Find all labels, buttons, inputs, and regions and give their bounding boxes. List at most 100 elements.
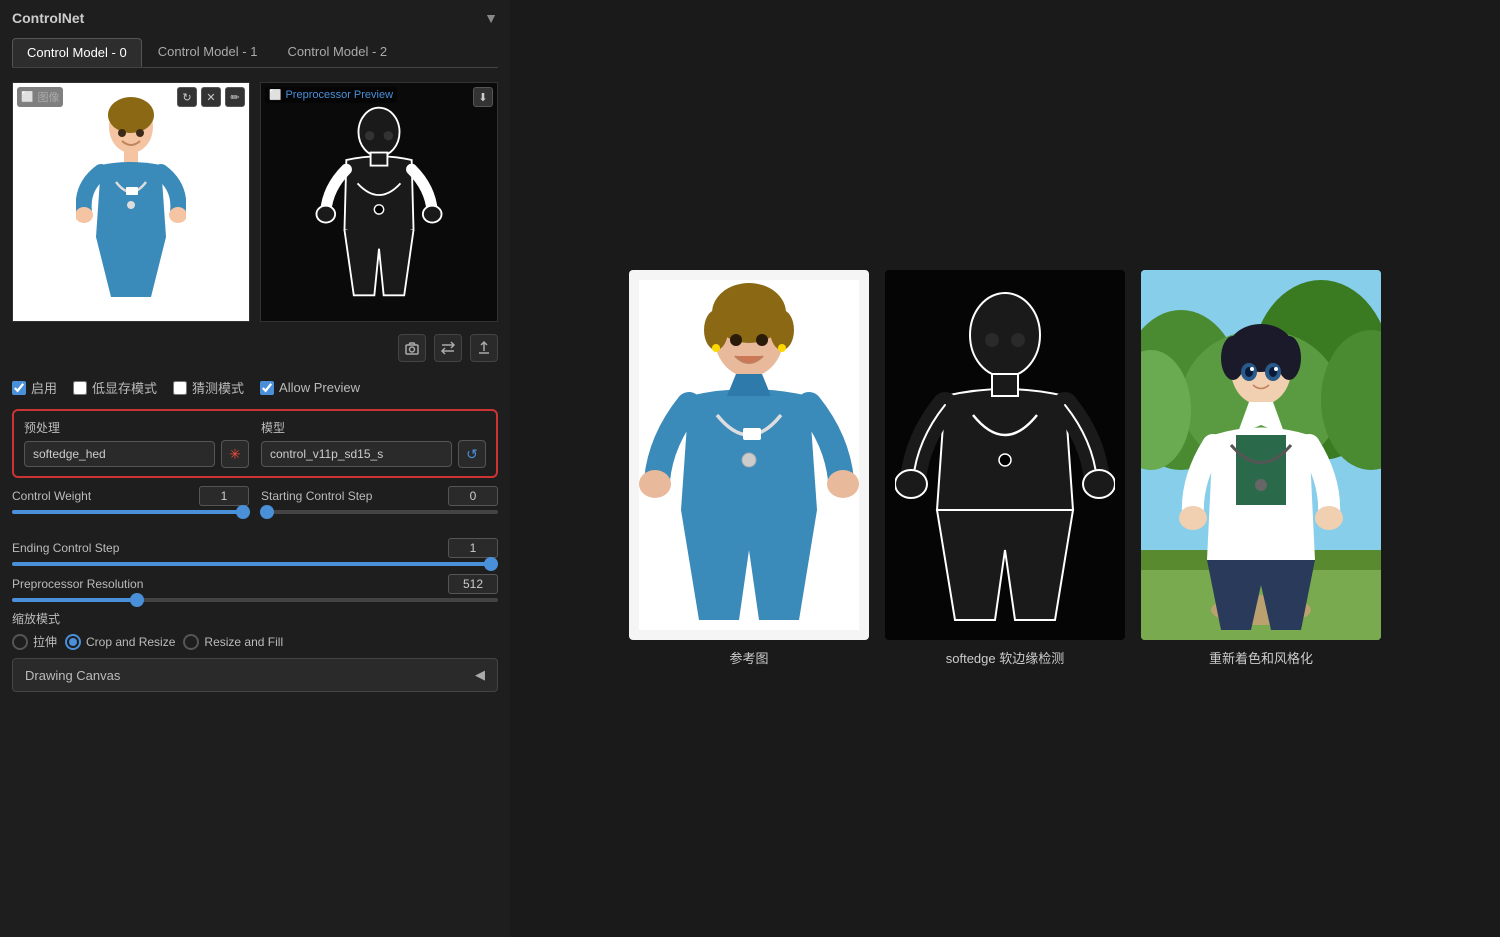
model-select-row: control_v11p_sd15_s ↺ [261,440,486,468]
scale-mode-section: 缩放模式 拉伸 Crop and Resize Resize and Fill [12,610,498,650]
upload-btn[interactable] [470,334,498,362]
enable-checkbox[interactable] [12,381,26,395]
preprocessor-select-row: softedge_hed ✳ [24,440,249,468]
anime-result-image [1141,270,1381,640]
panel-collapse-icon[interactable]: ▼ [484,10,498,26]
image-area: ⬜ 图像 ↻ ✕ ✏ [12,82,498,322]
allow-preview-checkbox-item[interactable]: Allow Preview [260,380,360,395]
predict-checkbox-item[interactable]: 猜测模式 [173,378,244,397]
radio-stretch[interactable]: 拉伸 [12,633,57,650]
radio-stretch-label: 拉伸 [33,633,57,650]
ref-image-display [629,270,869,640]
model-label: 模型 [261,419,486,436]
control-weight-header: Control Weight 1 [12,486,249,506]
predict-label: 猜测模式 [192,378,244,397]
anime-caption: 重新着色和风格化 [1209,648,1313,667]
radio-resize-fill-btn[interactable] [183,634,199,650]
edge-result-image [885,270,1125,640]
preprocessor-preview-box[interactable]: ⬜ Preprocessor Preview ⬇ [260,82,498,322]
model-refresh-btn[interactable]: ↺ [458,440,486,468]
edge-svg [309,92,449,312]
ending-step-value[interactable]: 1 [448,538,498,558]
enable-checkbox-item[interactable]: 启用 [12,378,57,397]
checkbox-row: 启用 低显存模式 猜测模式 Allow Preview [12,374,498,401]
drawing-canvas-icon: ◀ [475,667,485,683]
input-image-label: ⬜ 图像 [17,87,63,107]
ending-step-header: Ending Control Step 1 [12,538,498,558]
edge-caption: softedge 软边缘检测 [946,648,1065,667]
radio-resize-fill-label: Resize and Fill [204,635,283,649]
toolbar-row [12,330,498,366]
close-image-btn[interactable]: ✕ [201,87,221,107]
model-col: 模型 control_v11p_sd15_s ↺ [261,419,486,468]
preprocess-res-header: Preprocessor Resolution 512 [12,574,498,594]
preprocessor-preview-label: ⬜ Preprocessor Preview [265,87,397,103]
swap-btn[interactable] [434,334,462,362]
input-image-box[interactable]: ⬜ 图像 ↻ ✕ ✏ [12,82,250,322]
enable-label: 启用 [31,378,57,397]
combined-slider-track [12,510,498,530]
preprocess-res-label: Preprocessor Resolution [12,577,143,591]
low-vram-label: 低显存模式 [92,378,157,397]
refresh-image-btn[interactable]: ↻ [177,87,197,107]
model-select[interactable]: control_v11p_sd15_s [261,441,452,467]
nurse-svg [76,97,186,307]
ending-step-slider-row: Ending Control Step 1 [12,538,498,566]
input-image-controls: ↻ ✕ ✏ [177,87,245,107]
results-container: 参考图 [629,270,1381,667]
panel-title: ControlNet [12,10,84,26]
tab-model-2[interactable]: Control Model - 2 [273,38,401,67]
model-row: 预处理 softedge_hed ✳ 模型 control_v11p_sd15_… [24,419,486,468]
result-item-ref: 参考图 [629,270,869,667]
panel-header: ControlNet ▼ [12,10,498,26]
radio-resize-fill[interactable]: Resize and Fill [183,634,283,650]
starting-step-header: Starting Control Step 0 [261,486,498,506]
low-vram-checkbox-item[interactable]: 低显存模式 [73,378,157,397]
starting-step-slider-row: Starting Control Step 0 [261,486,498,506]
control-weight-value[interactable]: 1 [199,486,249,506]
ref-result-image [629,270,869,640]
ending-step-label: Ending Control Step [12,541,119,555]
right-panel: 参考图 [510,0,1500,937]
low-vram-checkbox[interactable] [73,381,87,395]
model-tabs: Control Model - 0 Control Model - 1 Cont… [12,38,498,68]
starting-step-slider[interactable] [260,510,498,514]
starting-step-label: Starting Control Step [261,489,372,503]
scale-mode-label: 缩放模式 [12,610,498,627]
edge-detection-preview [261,83,497,321]
result-item-edge: softedge 软边缘检测 [885,270,1125,667]
tab-model-1[interactable]: Control Model - 1 [144,38,272,67]
preprocessor-label: 预处理 [24,419,249,436]
scale-mode-options: 拉伸 Crop and Resize Resize and Fill [12,633,498,650]
preprocess-res-slider-row: Preprocessor Resolution 512 [12,574,498,602]
radio-stretch-btn[interactable] [12,634,28,650]
camera-btn[interactable] [398,334,426,362]
preprocess-res-value[interactable]: 512 [448,574,498,594]
left-panel: ControlNet ▼ Control Model - 0 Control M… [0,0,510,937]
preprocessor-preview-controls: ⬇ [473,87,493,107]
preprocess-fire-btn[interactable]: ✳ [221,440,249,468]
allow-preview-checkbox[interactable] [260,381,274,395]
predict-checkbox[interactable] [173,381,187,395]
preprocessor-col: 预处理 softedge_hed ✳ [24,419,249,468]
drawing-canvas-row[interactable]: Drawing Canvas ◀ [12,658,498,692]
edge-image-display [885,270,1125,640]
ending-step-slider[interactable] [12,562,498,566]
slider-section: Control Weight 1 Starting Control Step 0… [12,486,498,602]
nurse-input-image [13,83,249,321]
radio-crop-resize[interactable]: Crop and Resize [65,634,175,650]
starting-step-value[interactable]: 0 [448,486,498,506]
radio-crop-resize-btn[interactable] [65,634,81,650]
edit-image-btn[interactable]: ✏ [225,87,245,107]
radio-crop-resize-label: Crop and Resize [86,635,175,649]
drawing-canvas-label: Drawing Canvas [25,668,120,683]
control-weight-slider[interactable] [12,510,250,514]
ref-caption: 参考图 [729,648,768,667]
download-preview-btn[interactable]: ⬇ [473,87,493,107]
preprocess-res-slider[interactable] [12,598,498,602]
allow-preview-label: Allow Preview [279,380,360,395]
control-weight-slider-row: Control Weight 1 [12,486,249,506]
tab-model-0[interactable]: Control Model - 0 [12,38,142,67]
preprocessor-select[interactable]: softedge_hed [24,441,215,467]
two-col-slider-row: Control Weight 1 Starting Control Step 0 [12,486,498,506]
